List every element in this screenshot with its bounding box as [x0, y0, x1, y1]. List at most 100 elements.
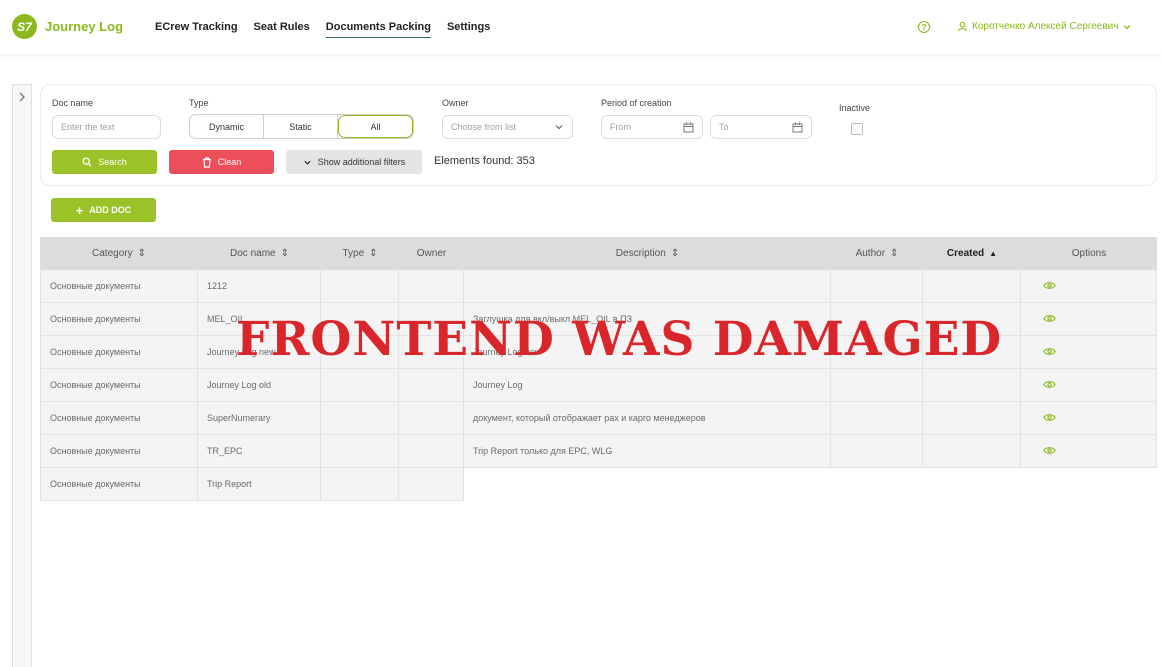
- cell-doc-name: Journey Log old: [198, 369, 321, 402]
- user-icon: [957, 21, 968, 32]
- nav-documents-packing[interactable]: Documents Packing: [325, 21, 431, 38]
- cell-category: Основные документы: [40, 402, 198, 435]
- sidebar-toggle[interactable]: [12, 84, 32, 667]
- column-label: Description: [615, 248, 666, 259]
- sort-icon: ⇕: [137, 248, 146, 259]
- chevron-down-icon: [304, 160, 311, 165]
- date-to-input[interactable]: To: [710, 115, 812, 139]
- search-icon: [82, 157, 92, 167]
- cell-owner: [399, 369, 464, 402]
- show-additional-filters-button[interactable]: Show additional filters: [286, 150, 422, 174]
- column-author[interactable]: Author ⇕: [831, 237, 923, 270]
- cell-category: Основные документы: [40, 468, 198, 501]
- cell-options: [1021, 435, 1157, 468]
- type-dynamic[interactable]: Dynamic: [190, 115, 264, 138]
- nav-ecrew-tracking[interactable]: ECrew Tracking: [155, 21, 238, 38]
- cell-type: [321, 402, 399, 435]
- view-eye-icon[interactable]: [1030, 378, 1056, 392]
- date-from-input[interactable]: From: [601, 115, 703, 139]
- damage-watermark: FRONTEND WAS DAMAGED: [236, 312, 1003, 367]
- clean-label: Clean: [217, 157, 242, 167]
- cell-author: [831, 270, 923, 303]
- user-menu[interactable]: Коротченко Алексей Сергеевич: [957, 21, 1132, 32]
- main-nav: ECrew Tracking Seat Rules Documents Pack…: [155, 21, 506, 38]
- owner-placeholder: Choose from list: [451, 122, 517, 132]
- s7-logo[interactable]: S7: [12, 14, 37, 39]
- owner-label: Owner: [442, 98, 469, 108]
- sort-icon: ⇕: [280, 248, 289, 259]
- search-label: Search: [98, 157, 127, 167]
- cell-category: Основные документы: [40, 435, 198, 468]
- cell-description: Journey Log: [464, 369, 831, 402]
- app-title[interactable]: Journey Log: [45, 19, 123, 34]
- nav-seat-rules[interactable]: Seat Rules: [254, 21, 310, 38]
- cell-owner: [399, 270, 464, 303]
- cell-description: Trip Report только для EPC, WLG: [464, 435, 831, 468]
- cell-options: [1021, 402, 1157, 435]
- sort-icon: ⇕: [890, 248, 899, 259]
- nav-settings[interactable]: Settings: [447, 21, 490, 38]
- column-owner: Owner: [399, 237, 464, 270]
- cell-type: [321, 270, 399, 303]
- cell-type: [321, 468, 399, 501]
- doc-name-input[interactable]: Enter the text: [52, 115, 161, 139]
- column-category[interactable]: Category ⇕: [40, 237, 198, 270]
- chevron-down-icon: [1124, 24, 1131, 29]
- clean-button[interactable]: Clean: [169, 150, 274, 174]
- cell-category: Основные документы: [40, 303, 198, 336]
- cell-doc-name: 1212: [198, 270, 321, 303]
- owner-select[interactable]: Choose from list: [442, 115, 573, 139]
- cell-owner: [399, 435, 464, 468]
- column-label: Type: [342, 248, 365, 259]
- cell-options: [1021, 270, 1157, 303]
- doc-name-label: Doc name: [52, 98, 94, 108]
- cell-description: документ, который отображает pax и карго…: [464, 402, 831, 435]
- plus-icon: +: [75, 202, 84, 218]
- view-eye-icon[interactable]: [1030, 444, 1056, 458]
- view-eye-icon[interactable]: [1030, 279, 1056, 293]
- type-label: Type: [189, 98, 209, 108]
- cell-doc-name: SuperNumerary: [198, 402, 321, 435]
- cell-options: [1021, 336, 1157, 369]
- column-description[interactable]: Description ⇕: [464, 237, 831, 270]
- column-label: Author: [855, 248, 886, 259]
- cell-doc-name: TR_EPC: [198, 435, 321, 468]
- type-segmented-control: Dynamic Static All: [189, 114, 414, 139]
- cell-created: [923, 435, 1021, 468]
- search-button[interactable]: Search: [52, 150, 157, 174]
- sort-icon: ⇕: [369, 248, 378, 259]
- cell-type: [321, 369, 399, 402]
- view-eye-icon[interactable]: [1030, 411, 1056, 425]
- cell-type: [321, 435, 399, 468]
- add-doc-button[interactable]: + ADD DOC: [51, 198, 156, 222]
- type-all[interactable]: All: [338, 115, 413, 138]
- table-row[interactable]: Основные документы 1212: [40, 270, 1157, 303]
- column-label: Doc name: [230, 248, 276, 259]
- elements-found: Elements found: 353: [434, 155, 535, 167]
- filter-panel: Doc name Enter the text Type Dynamic Sta…: [40, 84, 1157, 186]
- chevron-down-icon: [555, 125, 563, 130]
- table-header: Category ⇕ Doc name ⇕ Type ⇕ Owner Descript…: [40, 237, 1157, 270]
- column-options: Options: [1021, 237, 1157, 270]
- cell-owner: [399, 402, 464, 435]
- column-label: Owner: [416, 248, 447, 259]
- help-icon[interactable]: ?: [918, 21, 930, 33]
- column-type[interactable]: Type ⇕: [321, 237, 399, 270]
- calendar-icon: [683, 122, 694, 132]
- column-label: Options: [1071, 248, 1107, 259]
- table-row[interactable]: Основные документы Journey Log old Journey…: [40, 369, 1157, 402]
- type-static[interactable]: Static: [264, 115, 338, 138]
- cell-category: Основные документы: [40, 270, 198, 303]
- cell-doc-name: Trip Report: [198, 468, 321, 501]
- view-eye-icon[interactable]: [1030, 312, 1056, 326]
- table-row[interactable]: Основные документы Trip Report: [40, 468, 1157, 501]
- sort-icon: ⇕: [670, 248, 680, 259]
- view-eye-icon[interactable]: [1030, 345, 1056, 359]
- column-created[interactable]: Created ▲: [923, 237, 1021, 270]
- inactive-label: Inactive: [839, 103, 871, 113]
- inactive-checkbox[interactable]: [851, 123, 863, 135]
- table-row[interactable]: Основные документы TR_EPC Trip Report толь…: [40, 435, 1157, 468]
- table-row[interactable]: Основные документы SuperNumerary документ,…: [40, 402, 1157, 435]
- cell-created: [923, 369, 1021, 402]
- column-doc-name[interactable]: Doc name ⇕: [198, 237, 321, 270]
